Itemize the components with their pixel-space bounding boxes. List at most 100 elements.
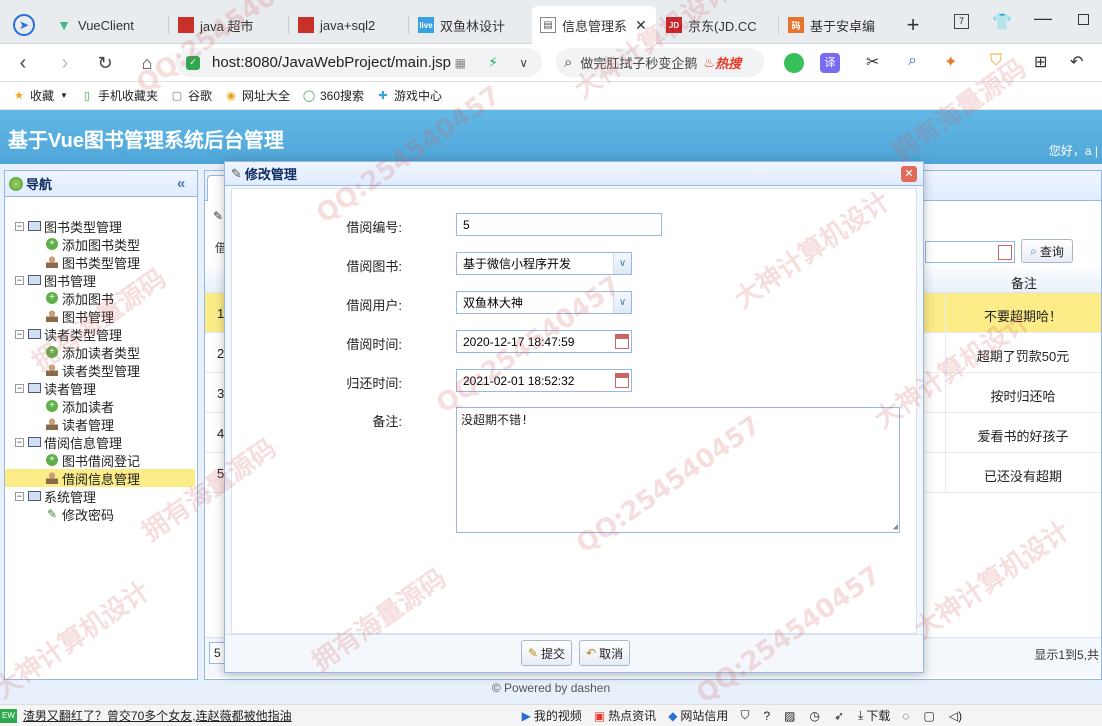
tree-item[interactable]: ✎ 修改密码 [5,505,195,523]
edit-dialog: ✎ 修改管理 ✕ 借阅编号: 5 借阅图书: 基于微信小程序开发 ∨ 借阅用户: 双鱼林大神… [224,161,924,673]
collapse-toggle-icon[interactable]: − [15,275,24,285]
field-value: 双鱼林大神 [463,296,524,310]
resize-handle-icon[interactable]: ◢ [893,522,898,532]
tree-item[interactable]: + 添加读者类型 [5,343,195,361]
chevron-down-icon[interactable]: ∨ [519,56,528,70]
translate-icon[interactable]: 译 [820,53,840,73]
chevron-down-icon[interactable]: ∨ [613,292,631,313]
tab-vueclient[interactable]: ▼ VueClient [48,6,166,44]
volume-icon[interactable]: ◁) [949,709,962,723]
speed-icon[interactable]: ◷ [809,709,819,723]
date-field[interactable]: 2021-02-01 18:52:32 [456,369,632,392]
grid-icon[interactable]: ⊞ [1034,52,1047,72]
wechat-icon[interactable] [784,53,804,73]
cancel-button[interactable]: ↶ 取消 [579,640,631,666]
browser-icon[interactable]: ◌ [902,709,909,723]
add-icon: + [45,345,59,359]
combo-field[interactable]: 基于微信小程序开发 ∨ [456,252,632,275]
news-link[interactable]: 渣男又翻红了？曾交70多个女友,连赵薇都被他指油 [23,707,292,724]
page-footer: © Powered by dashen [0,680,1102,704]
tree-item[interactable]: 借阅信息管理 [5,469,195,487]
shield-yellow-icon[interactable]: ⛉ [990,52,1002,70]
tree-group[interactable]: − 图书类型管理 [5,217,195,235]
tree-item[interactable]: + 图书借阅登记 [5,451,195,469]
lightning-icon[interactable]: ⚡ [488,54,498,71]
tree-group[interactable]: − 读者类型管理 [5,325,195,343]
borrow-id-field[interactable]: 5 [456,213,662,236]
date-field[interactable]: 2020-12-17 18:47:59 [456,330,632,353]
tab-java-sql[interactable]: java+sql2 [290,6,406,44]
back-button[interactable]: ‹ [10,50,36,76]
qr-icon[interactable]: ▦ [455,56,466,70]
search-icon: ⌕ [564,54,573,71]
bookmark-games[interactable]: ✚ 游戏中心 [376,87,442,104]
bookmark-favorites[interactable]: ★ 收藏 ▼ [12,87,68,104]
collapse-icon[interactable]: « [177,175,185,192]
game-icon[interactable]: ✦ [944,52,957,72]
date-filter-input[interactable] [925,241,1015,263]
calendar-icon[interactable] [615,334,629,349]
magnifier-icon[interactable]: ⌕ [908,52,917,70]
bookmark-google[interactable]: ▢ 谷歌 [170,87,212,104]
browser-logo-icon[interactable]: ➤ [4,6,44,44]
tree-item[interactable]: + 添加图书类型 [5,235,195,253]
help-icon[interactable]: ? [763,709,770,723]
remark-textarea[interactable]: 没超期不错! ◢ [456,407,900,533]
tree-group[interactable]: − 借阅信息管理 [5,433,195,451]
combo-field[interactable]: 双鱼林大神 ∨ [456,291,632,314]
bookmark-hao[interactable]: ◉ 网址大全 [224,87,290,104]
monitor-icon [27,219,41,233]
submit-button[interactable]: ✎ 提交 [521,640,573,666]
calendar-icon[interactable] [615,373,629,388]
hot-news-button[interactable]: ▣ 热点资讯 [594,707,656,724]
tab-java-market[interactable]: java 超市 [170,6,286,44]
collapse-toggle-icon[interactable]: − [15,329,24,339]
bookmark-360[interactable]: ◯ 360搜索 [302,87,364,104]
collapse-toggle-icon[interactable]: − [15,491,24,501]
tree-label: 借阅信息管理 [62,471,141,487]
home-button[interactable]: ⌂ [134,50,160,76]
tab-count-icon[interactable]: 7 [954,14,969,29]
tree-item[interactable]: 读者类型管理 [5,361,195,379]
undo-icon[interactable]: ↶ [1070,52,1083,72]
red-square-icon [298,17,314,33]
window-icon[interactable]: ▢ [924,709,935,723]
site-credit-button[interactable]: ◆ 网站信用 [668,707,728,724]
tree-label: 借阅信息管理 [44,435,123,451]
reload-button[interactable]: ↻ [92,50,118,76]
image-icon[interactable]: ▨ [784,709,795,723]
tree-group[interactable]: − 读者管理 [5,379,195,397]
tree-item[interactable]: 读者管理 [5,415,195,433]
search-input[interactable]: ⌕ 做完肛拭子秒变企鹅 ♨ 热搜 [556,48,764,77]
collapse-toggle-icon[interactable]: − [15,383,24,393]
chevron-down-icon[interactable]: ∨ [613,253,631,274]
shirt-icon[interactable]: 👕 [992,12,1012,32]
tree-item[interactable]: + 添加图书 [5,289,195,307]
tree-item[interactable]: 图书管理 [5,307,195,325]
page-icon: ▢ [171,90,183,102]
tree-group[interactable]: − 系统管理 [5,487,195,505]
query-button[interactable]: ⌕ 查询 [1021,239,1073,263]
forward-button[interactable]: › [52,50,78,76]
shield-status-icon[interactable]: ⛉ [740,708,749,723]
tab-info-management[interactable]: ▤ 信息管理系 ✕ [532,6,656,44]
maximize-icon[interactable] [1078,14,1089,25]
minimize-icon[interactable]: — [1034,8,1052,29]
tree-group[interactable]: − 图书管理 [5,271,195,289]
collapse-toggle-icon[interactable]: − [15,221,24,231]
bookmark-mobile[interactable]: ▯ 手机收藏夹 [80,87,158,104]
scissors-icon[interactable]: ✂ [866,52,879,72]
tab-shuangyulin[interactable]: live 双鱼林设计 [410,6,528,44]
my-video-button[interactable]: ▶ 我的视频 [522,707,582,724]
download-button[interactable]: ⤓ 下载 [858,707,890,724]
url-field[interactable]: ✓ host:8080/JavaWebProject/main.jsp ▦ ⚡ … [176,48,542,77]
tree-item[interactable]: 图书类型管理 [5,253,195,271]
collapse-toggle-icon[interactable]: − [15,437,24,447]
close-icon[interactable]: ✕ [901,166,917,182]
new-tab-button[interactable]: + [898,6,928,44]
rocket-icon[interactable]: ➶ [834,709,844,723]
tree-item[interactable]: + 添加读者 [5,397,195,415]
tab-android[interactable]: 码 基于安卓编 [780,6,892,44]
tab-jd[interactable]: JD 京东(JD.CC [658,6,776,44]
close-tab-icon[interactable]: ✕ [635,17,647,34]
